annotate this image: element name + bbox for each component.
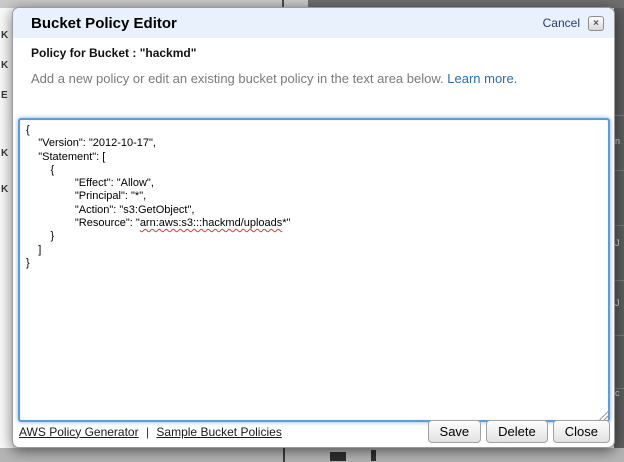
dialog-title: Bucket Policy Editor (31, 15, 543, 32)
background-text-fragment: c (615, 388, 624, 398)
description-sentence: Add a new policy or edit an existing buc… (31, 71, 444, 86)
footer-links: AWS Policy Generator | Sample Bucket Pol… (19, 425, 423, 439)
cancel-link[interactable]: Cancel (543, 16, 580, 30)
background-text-fragment: J (615, 298, 624, 308)
background-page-divider (283, 448, 285, 462)
learn-more-link[interactable]: Learn more. (447, 71, 517, 86)
aws-policy-generator-link[interactable]: AWS Policy Generator (19, 425, 139, 439)
description-text: Add a new policy or edit an existing buc… (31, 71, 596, 86)
close-icon[interactable]: × (588, 16, 604, 31)
bucket-policy-editor-dialog: Bucket Policy Editor Cancel × Policy for… (12, 7, 615, 448)
dialog-header: Bucket Policy Editor Cancel × (13, 8, 614, 38)
background-text-fragment: n (615, 136, 624, 146)
spellcheck-underline: arn:aws:s3:::hackmd/uploads (140, 217, 282, 229)
background-text-fragment: J (615, 238, 624, 248)
dialog-body: Policy for Bucket : "hackmd" Add a new p… (13, 46, 614, 86)
background-text-fragment (330, 452, 346, 461)
link-separator: | (146, 425, 149, 439)
sample-bucket-policies-link[interactable]: Sample Bucket Policies (156, 425, 281, 439)
dialog-footer: AWS Policy Generator | Sample Bucket Pol… (13, 420, 614, 447)
background-page-right-strip: n J Jc (614, 8, 624, 448)
delete-button[interactable]: Delete (486, 420, 548, 443)
background-text-fragment (371, 450, 376, 461)
policy-textarea[interactable]: { "Version": "2012-10-17", "Statement": … (18, 118, 610, 422)
textarea-resize-handle[interactable] (599, 410, 609, 420)
policy-for-bucket-label: Policy for Bucket : "hackmd" (31, 46, 596, 60)
background-page-bottom-strip (0, 448, 624, 462)
close-button[interactable]: Close (553, 420, 610, 443)
save-button[interactable]: Save (428, 420, 482, 443)
